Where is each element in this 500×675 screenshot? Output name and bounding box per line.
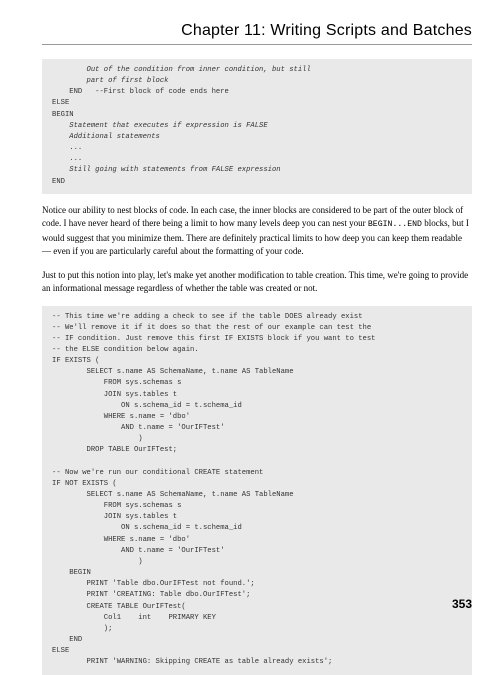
code-line: FROM sys.schemas s xyxy=(52,502,181,510)
code-line: END xyxy=(52,636,82,644)
code-line: AND t.name = 'OurIFTest' xyxy=(52,547,225,555)
code-line: WHERE s.name = 'dbo' xyxy=(52,413,190,421)
code-line: IF EXISTS ( xyxy=(52,357,99,365)
code-line: JOIN sys.tables t xyxy=(52,513,177,521)
code-line: FROM sys.schemas s xyxy=(52,379,181,387)
code-line: AND t.name = 'OurIFTest' xyxy=(52,424,225,432)
code-line: PRINT 'CREATING: Table dbo.OurIFTest'; xyxy=(52,591,250,599)
code-line: BEGIN xyxy=(52,569,91,577)
code-line: -- We'll remove it if it does so that th… xyxy=(52,324,371,332)
inline-code: BEGIN...END xyxy=(368,220,422,229)
code-line: ) xyxy=(52,435,143,443)
code-block-1: Out of the condition from inner conditio… xyxy=(42,59,472,194)
code-line: IF NOT EXISTS ( xyxy=(52,480,117,488)
code-line: SELECT s.name AS SchemaName, t.name AS T… xyxy=(52,368,294,376)
code-line: Additional statements xyxy=(52,133,160,141)
code-line: END --First block of code ends here xyxy=(52,88,229,96)
code-line: Still going with statements from FALSE e… xyxy=(52,166,281,174)
code-line: ); xyxy=(52,625,112,633)
code-line: END xyxy=(52,178,65,186)
code-line: -- Now we're run our conditional CREATE … xyxy=(52,469,263,477)
code-line: -- the ELSE condition below again. xyxy=(52,346,199,354)
code-line: Statement that executes if expression is… xyxy=(52,122,268,130)
code-line: DROP TABLE OurIFTest; xyxy=(52,446,177,454)
code-block-2: -- This time we're adding a check to see… xyxy=(42,306,472,675)
code-line: -- This time we're adding a check to see… xyxy=(52,313,363,321)
code-line: BEGIN xyxy=(52,111,74,119)
code-line: -- IF condition. Just remove this first … xyxy=(52,335,376,343)
code-line: JOIN sys.tables t xyxy=(52,391,177,399)
code-line: ON s.schema_id = t.schema_id xyxy=(52,402,242,410)
code-line: Col1 int PRIMARY KEY xyxy=(52,614,216,622)
code-line: part of first block xyxy=(52,77,168,85)
code-line: Out of the condition from inner conditio… xyxy=(52,66,311,74)
code-line: CREATE TABLE OurIFTest( xyxy=(52,603,186,611)
chapter-title: Chapter 11: Writing Scripts and Batches xyxy=(42,22,472,45)
code-line: ON s.schema_id = t.schema_id xyxy=(52,524,242,532)
code-line: ELSE xyxy=(52,99,69,107)
code-line: WHERE s.name = 'dbo' xyxy=(52,536,190,544)
code-line: ... xyxy=(52,155,82,163)
page-number: 353 xyxy=(452,597,472,611)
code-line: PRINT 'WARNING: Skipping CREATE as table… xyxy=(52,658,332,666)
code-line: ... xyxy=(52,144,82,152)
code-line: ELSE xyxy=(52,647,69,655)
page-container: Chapter 11: Writing Scripts and Batches … xyxy=(0,0,500,627)
body-paragraph-2: Just to put this notion into play, let's… xyxy=(42,269,472,296)
code-line: SELECT s.name AS SchemaName, t.name AS T… xyxy=(52,491,294,499)
code-line: PRINT 'Table dbo.OurIFTest not found.'; xyxy=(52,580,255,588)
body-paragraph-1: Notice our ability to nest blocks of cod… xyxy=(42,204,472,259)
code-line: ) xyxy=(52,558,143,566)
